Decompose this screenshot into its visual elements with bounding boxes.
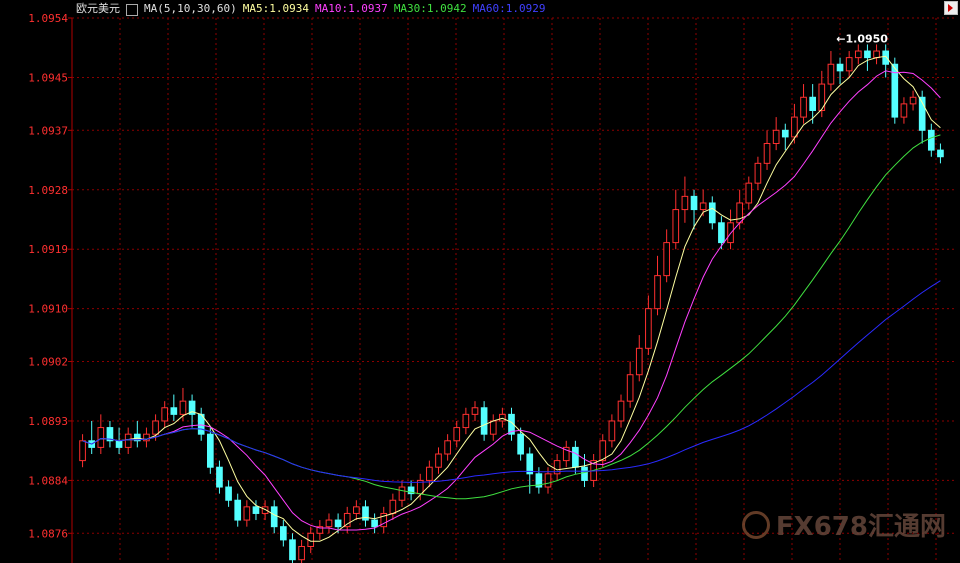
candle-body (626, 374, 634, 402)
candle-body (389, 499, 397, 514)
y-tick-label: 1.0928 (28, 184, 68, 197)
candle-body (234, 499, 242, 521)
candle-body (754, 162, 762, 184)
candle-body (663, 242, 670, 277)
candle-body (772, 129, 780, 145)
candle-body (179, 400, 187, 415)
candle-body (435, 453, 442, 468)
candle-body (708, 202, 716, 224)
candle-body (900, 103, 908, 118)
candle-body (836, 63, 844, 72)
candle-body (398, 486, 406, 501)
y-tick-label: 1.0910 (28, 303, 68, 316)
y-tick-label: 1.0945 (28, 71, 68, 84)
candle-body (937, 149, 944, 158)
candle-body (581, 466, 588, 481)
candle-body (353, 506, 360, 514)
y-tick-label: 1.0884 (28, 474, 68, 487)
candle-body (736, 202, 743, 224)
candle-body (699, 202, 707, 211)
y-tick-label: 1.0902 (28, 356, 68, 369)
y-tick-label: 1.0919 (28, 243, 68, 256)
candle-body (544, 473, 552, 488)
candle-body (517, 433, 524, 455)
candle-body (763, 143, 771, 164)
ma5-value: MA5:1.0934 (242, 2, 309, 15)
candle-body (343, 512, 351, 528)
candle-body (471, 407, 479, 415)
candle-body (252, 506, 260, 514)
candle-body (572, 446, 579, 468)
candle-body (845, 57, 853, 72)
candle-body (608, 420, 616, 442)
candle-body (645, 308, 652, 349)
ma5-line (82, 55, 941, 542)
chart-header: 欧元美元 MA(5,10,30,60) MA5:1.0934 MA10:1.09… (76, 1, 546, 17)
candle-body (781, 129, 789, 138)
candle-body (462, 413, 470, 429)
candle-body (298, 545, 305, 561)
candle-body (617, 400, 625, 422)
candle-body (791, 116, 798, 138)
candle-body (334, 519, 342, 528)
candle-body (745, 182, 753, 204)
candlestick-chart: 1.0954 1.0945 1.0937 1.0928 1.0919 1.0910 1.09… (28, 12, 955, 563)
candle-body (718, 222, 725, 244)
candle-body (882, 50, 890, 65)
y-tick-label: 1.0954 (28, 12, 68, 25)
candle-body (654, 275, 661, 310)
candle-body (873, 50, 880, 59)
candle-body (489, 420, 497, 435)
candle-body (225, 486, 232, 501)
ma-params-label: MA(5,10,30,60) (144, 2, 237, 15)
y-tick-label: 1.0893 (28, 415, 68, 428)
expand-arrow-icon[interactable] (944, 1, 958, 15)
candle-body (280, 526, 287, 541)
candle-body (243, 506, 251, 521)
candle-body (864, 50, 871, 59)
candle-body (672, 209, 680, 244)
candle-body (371, 519, 378, 528)
candle-body (152, 420, 159, 435)
candle-body (827, 63, 835, 85)
candle-body (526, 453, 534, 475)
ma30-value: MA30:1.0942 (393, 2, 467, 15)
watermark: FX678汇通网 (741, 506, 946, 543)
candle-body (800, 96, 807, 118)
candle-body (79, 440, 86, 462)
high-annotation: ←1.0950 (836, 32, 888, 45)
candle-body (97, 427, 105, 448)
candle-body (325, 519, 333, 528)
ma-settings-icon[interactable] (126, 4, 138, 16)
candle-body (635, 347, 643, 376)
candle-body (426, 466, 433, 481)
candle-body (115, 440, 123, 448)
candle-body (927, 129, 935, 151)
candle-body (270, 506, 278, 528)
candle-body (207, 433, 214, 468)
candle-body (124, 433, 132, 448)
candle-body (161, 407, 169, 422)
y-tick-label: 1.0937 (28, 124, 68, 137)
fx678-logo-icon (741, 510, 770, 539)
symbol-label: 欧元美元 (76, 2, 120, 15)
y-tick-label: 1.0876 (28, 527, 68, 540)
ma10-value: MA10:1.0937 (314, 2, 388, 15)
candle-body (690, 195, 698, 211)
candle-body (499, 413, 506, 422)
candle-body (289, 539, 296, 561)
candle-body (216, 466, 223, 488)
candle-body (480, 407, 488, 435)
ma60-value: MA60:1.0929 (472, 2, 546, 15)
candle-body (854, 50, 862, 59)
candle-body (809, 96, 816, 111)
candle-body (681, 195, 689, 211)
candle-body (444, 440, 451, 455)
watermark-text: FX678汇通网 (775, 512, 946, 542)
candle-body (453, 427, 461, 442)
candle-body (170, 407, 178, 415)
candle-body (909, 96, 917, 105)
